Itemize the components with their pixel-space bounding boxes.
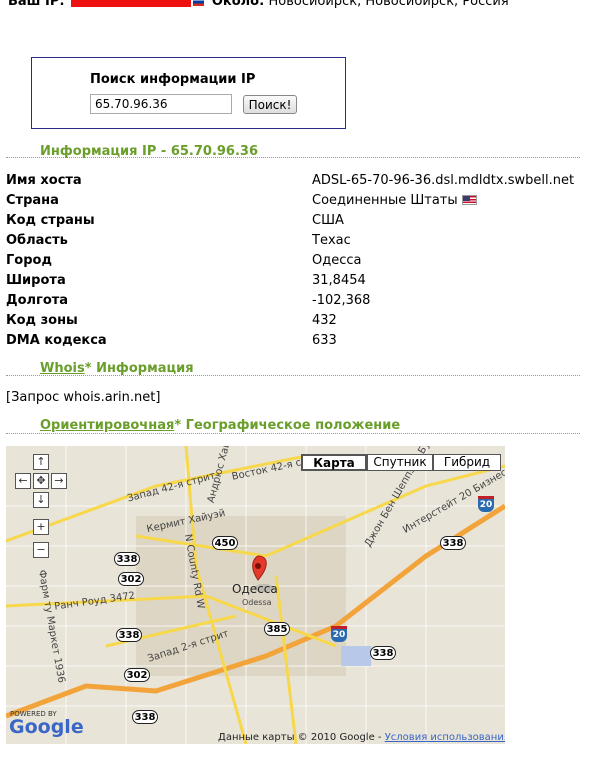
interstate-shield: 20: [478, 496, 494, 512]
row-key: Долгота: [6, 293, 69, 308]
us-flag-icon: [461, 195, 477, 205]
route-shield: 302: [124, 668, 150, 682]
table-row: Область Техас: [6, 233, 586, 253]
table-row: Страна Соединенные Штаты: [6, 193, 586, 213]
user-location: Новосибирск, Новосибирск, Россия: [268, 0, 509, 9]
country-name: Соединенные Штаты: [312, 193, 458, 208]
ip-search-panel: Поиск информации IP Поиск!: [31, 57, 346, 129]
table-row: Широта 31,8454: [6, 273, 586, 293]
map-type-hybrid-button[interactable]: Гибрид: [433, 454, 501, 471]
row-value: США: [312, 213, 344, 228]
route-shield: 302: [118, 572, 144, 586]
divider: [6, 433, 580, 434]
route-shield: 385: [264, 622, 290, 636]
row-value: ADSL-65-70-96-36.dsl.mdldtx.swbell.net: [312, 173, 575, 188]
pan-right-button[interactable]: →: [51, 473, 67, 489]
row-key: Имя хоста: [6, 173, 82, 188]
search-title: Поиск информации IP: [90, 72, 256, 87]
whois-heading: Whois* Информация: [40, 361, 194, 376]
route-shield: 338: [370, 646, 396, 660]
info-heading: Информация IP - 65.70.96.36: [40, 144, 259, 159]
table-row: DMA кодекса 633: [6, 333, 586, 353]
row-value: Техас: [312, 233, 351, 248]
row-value: 432: [312, 313, 337, 328]
google-logo[interactable]: Google: [9, 716, 84, 738]
terms-link[interactable]: Условия использования: [385, 732, 505, 743]
map-type-map-button[interactable]: Карта: [301, 454, 367, 471]
geo-link[interactable]: Ориентировочная: [40, 418, 174, 433]
table-row: Код зоны 432: [6, 313, 586, 333]
zoom-out-button[interactable]: −: [33, 542, 49, 558]
redacted-ip: [70, 0, 191, 7]
divider: [6, 375, 580, 376]
whois-query: [Запрос whois.arin.net]: [6, 390, 161, 405]
map-attribution: Данные карты © 2010 Google - Условия исп…: [218, 732, 505, 743]
table-row: Город Одесса: [6, 253, 586, 273]
table-row: Имя хоста ADSL-65-70-96-36.dsl.mdldtx.swb…: [6, 173, 586, 193]
whois-link[interactable]: Whois: [40, 361, 85, 376]
ip-info-table: Имя хоста ADSL-65-70-96-36.dsl.mdldtx.swb…: [6, 173, 586, 353]
row-key: Область: [6, 233, 68, 248]
map-type-satellite-button[interactable]: Спутник: [367, 454, 433, 471]
row-key: Широта: [6, 273, 66, 288]
row-key: Страна: [6, 193, 59, 208]
location-map[interactable]: Восток 42-я стрит Запад 42-я стрит Керми…: [6, 446, 505, 744]
row-value: 633: [312, 333, 337, 348]
whois-heading-rest: Информация: [91, 361, 194, 376]
route-shield: 338: [132, 710, 158, 724]
copyright-text: Данные карты © 2010 Google -: [218, 732, 385, 743]
top-bar: Ваш IP: Около: Новосибирск, Новосибирск,…: [8, 0, 509, 9]
pan-reset-button[interactable]: ✥: [33, 473, 49, 489]
row-value: 31,8454: [312, 273, 366, 288]
search-button[interactable]: Поиск!: [243, 95, 297, 114]
interstate-shield: 20: [331, 626, 347, 642]
city-label-en: Odessa: [242, 598, 272, 607]
near-label: Около:: [211, 0, 265, 9]
water-area: [341, 646, 371, 666]
city-label: Одесса: [232, 582, 278, 596]
row-key: DMA кодекса: [6, 333, 107, 348]
table-row: Код страны США: [6, 213, 586, 233]
country-flag-icon: [192, 0, 204, 6]
zoom-in-button[interactable]: +: [33, 519, 49, 535]
table-row: Долгота -102,368: [6, 293, 586, 313]
route-shield: 450: [212, 536, 238, 550]
row-value: -102,368: [312, 293, 371, 308]
row-key: Город: [6, 253, 52, 268]
route-shield: 338: [116, 628, 142, 642]
geo-heading: Ориентировочная* Географическое положени…: [40, 418, 400, 433]
row-key: Код зоны: [6, 313, 78, 328]
ip-search-input[interactable]: [90, 94, 232, 114]
row-value: Одесса: [312, 253, 362, 268]
row-key: Код страны: [6, 213, 95, 228]
row-value-country: Соединенные Штаты: [312, 193, 477, 208]
pan-up-button[interactable]: ↑: [33, 454, 49, 470]
pan-left-button[interactable]: ←: [15, 473, 31, 489]
whois-asterisk: *: [84, 361, 92, 376]
route-shield: 338: [114, 552, 140, 566]
ip-label: Ваш IP:: [8, 0, 65, 9]
geo-heading-rest: Географическое положение: [181, 418, 401, 433]
pan-down-button[interactable]: ↓: [33, 492, 49, 508]
route-shield: 338: [440, 536, 466, 550]
